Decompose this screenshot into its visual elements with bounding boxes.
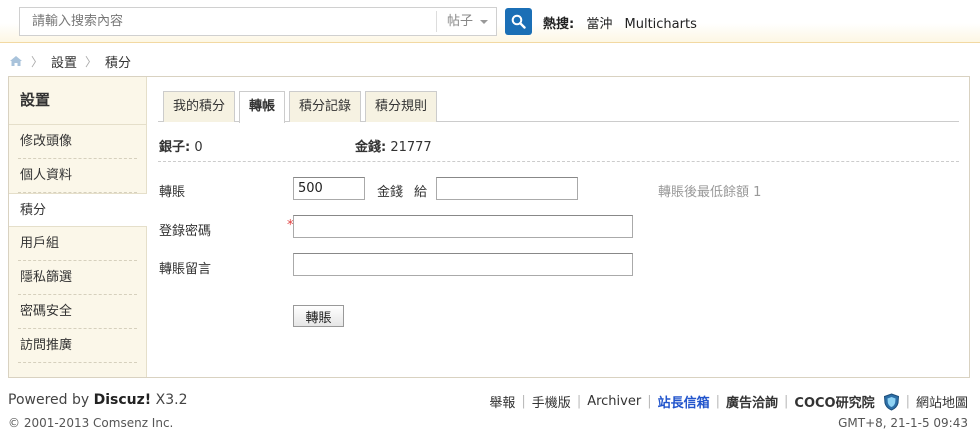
password-label: 登錄密碼 <box>159 224 212 239</box>
footer-link-mobile[interactable]: 手機版 <box>532 392 571 411</box>
breadcrumb: 〉 設置 〉 積分 <box>9 52 131 71</box>
settings-panel: 設置 修改頭像 個人資料 積分 用戶組 隱私篩選 密碼安全 訪問推廣 我的積分 … <box>8 76 970 378</box>
powered-by: Powered by Discuz! X3.2 <box>8 392 187 408</box>
tab-credit-rules[interactable]: 積分規則 <box>365 91 438 122</box>
powered-prefix: Powered by <box>8 392 90 408</box>
search-type-select[interactable]: 帖子 <box>436 11 497 32</box>
search-input[interactable] <box>20 8 436 35</box>
footer-separator: | <box>905 394 910 409</box>
gold-balance: 金錢: 21777 <box>355 136 432 155</box>
footer-link-report[interactable]: 舉報 <box>489 392 515 411</box>
sidebar-item-usergroup[interactable]: 用戶組 <box>9 227 146 261</box>
credits-tabs: 我的積分 轉帳 積分記錄 積分規則 <box>158 91 959 123</box>
message-label: 轉賬留言 <box>159 262 212 277</box>
server-timestamp: GMT+8, 21-1-5 09:43 <box>838 416 968 430</box>
sidebar-title: 設置 <box>9 77 146 125</box>
tab-credit-log[interactable]: 積分記錄 <box>289 91 362 122</box>
footer-link-contact-admin[interactable]: 站長信箱 <box>658 392 710 411</box>
recipient-input[interactable] <box>436 177 578 200</box>
hot-search-label: 熱搜: <box>543 17 575 32</box>
tab-my-credits[interactable]: 我的積分 <box>163 91 236 122</box>
footer-link-archiver[interactable]: Archiver <box>587 394 641 409</box>
breadcrumb-item-credits[interactable]: 積分 <box>105 52 131 71</box>
sidebar-item-credits[interactable]: 積分 <box>9 193 147 227</box>
currency-label: 金錢 <box>377 185 404 200</box>
silver-value: 0 <box>194 140 203 155</box>
search-type-label: 帖子 <box>447 14 474 29</box>
tab-transfer[interactable]: 轉帳 <box>239 91 286 123</box>
footer-separator: | <box>647 394 652 409</box>
hot-search-link[interactable]: 當沖 <box>586 17 612 32</box>
breadcrumb-separator: 〉 <box>85 54 98 69</box>
gold-value: 21777 <box>390 140 432 155</box>
sidebar-item-password-security[interactable]: 密碼安全 <box>9 295 146 329</box>
shield-icon[interactable] <box>883 392 900 411</box>
search-icon <box>511 14 526 29</box>
chevron-down-icon <box>480 20 488 24</box>
footer-separator: | <box>715 394 720 409</box>
hot-search-link[interactable]: Multicharts <box>625 17 697 32</box>
transfer-submit-button[interactable]: 轉賬 <box>293 305 344 327</box>
credit-balances: 銀子: 0 金錢: 21777 <box>158 136 959 162</box>
password-input[interactable] <box>293 215 633 238</box>
transfer-amount-input[interactable] <box>293 177 365 200</box>
powered-version: X3.2 <box>155 392 188 408</box>
transfer-label: 轉賬 <box>159 185 186 200</box>
to-label: 給 <box>414 185 428 200</box>
silver-label: 銀子: <box>159 140 191 155</box>
footer-separator: | <box>576 394 582 409</box>
credits-main: 我的積分 轉帳 積分記錄 積分規則 銀子: 0 金錢: 21777 轉賬 金錢 … <box>158 91 959 327</box>
powered-brand[interactable]: Discuz! <box>94 392 152 408</box>
settings-sidebar: 設置 修改頭像 個人資料 積分 用戶組 隱私篩選 密碼安全 訪問推廣 <box>9 77 147 377</box>
copyright: © 2001-2013 Comsenz Inc. <box>8 416 174 430</box>
footer-links: 舉報 | 手機版 | Archiver | 站長信箱 | 廣告洽詢 | COCO… <box>489 392 968 411</box>
sidebar-item-privacy[interactable]: 隱私篩選 <box>9 261 146 295</box>
gold-label: 金錢: <box>355 140 387 155</box>
footer-link-advertising[interactable]: 廣告洽詢 <box>726 392 778 411</box>
sidebar-item-promotion[interactable]: 訪問推廣 <box>9 329 146 363</box>
breadcrumb-item-settings[interactable]: 設置 <box>51 52 77 71</box>
search-box: 帖子 <box>19 7 497 36</box>
min-balance-hint: 轉賬後最低餘額 1 <box>658 185 762 200</box>
silver-balance: 銀子: 0 <box>159 136 203 155</box>
footer-link-coco[interactable]: COCO研究院 <box>794 392 874 411</box>
breadcrumb-separator: 〉 <box>31 54 44 69</box>
top-search-bar: 帖子 熱搜: 當沖 Multicharts <box>0 0 980 43</box>
footer-separator: | <box>521 394 526 409</box>
footer-separator: | <box>784 394 789 409</box>
message-input[interactable] <box>293 253 633 276</box>
sidebar-item-profile[interactable]: 個人資料 <box>9 159 146 193</box>
hot-search: 熱搜: 當沖 Multicharts <box>543 13 705 32</box>
sidebar-item-avatar[interactable]: 修改頭像 <box>9 125 146 159</box>
home-icon[interactable] <box>9 55 23 67</box>
search-button[interactable] <box>505 8 532 35</box>
footer-link-sitemap[interactable]: 網站地圖 <box>916 392 968 411</box>
